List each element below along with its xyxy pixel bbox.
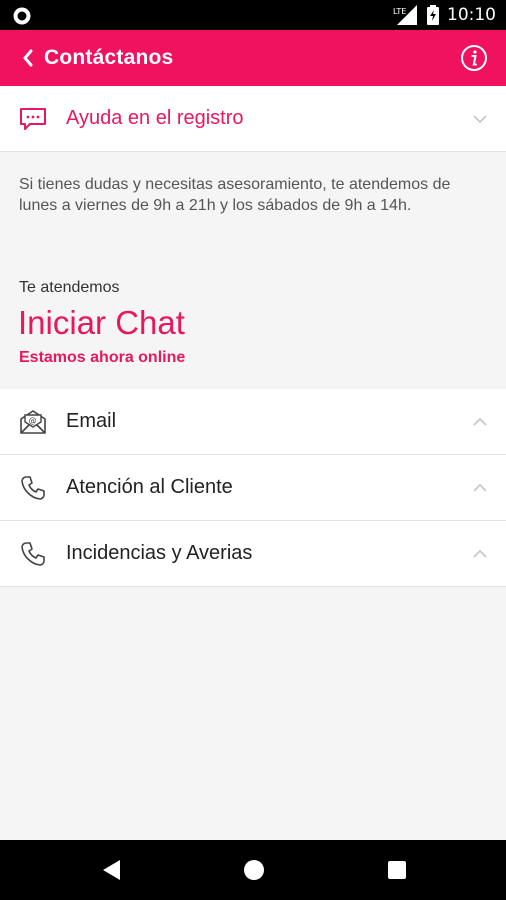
info-button[interactable]	[460, 44, 488, 72]
start-chat-link[interactable]: Iniciar Chat	[18, 304, 185, 342]
accordion-registro[interactable]: Ayuda en el registro	[0, 86, 506, 152]
svg-text:LTE: LTE	[393, 7, 406, 16]
back-nav-icon[interactable]	[100, 858, 124, 882]
accordion-registro-label: Ayuda en el registro	[66, 107, 244, 129]
system-nav-bar	[0, 840, 506, 900]
status-bar: LTE 10:10	[0, 0, 506, 30]
app-bar: Contáctanos	[0, 30, 506, 86]
accordion-email[interactable]: @ Email	[0, 389, 506, 455]
phone-icon	[18, 539, 48, 569]
accordion-incidencias[interactable]: Incidencias y Averias	[0, 521, 506, 587]
battery-icon	[427, 5, 439, 25]
accordion-email-label: Email	[66, 410, 117, 432]
notification-icon	[13, 7, 31, 25]
page-title: Contáctanos	[44, 46, 174, 69]
accordion-incidencias-label: Incidencias y Averias	[66, 542, 253, 564]
home-nav-icon[interactable]	[242, 858, 266, 882]
accordion-cliente[interactable]: Atención al Cliente	[0, 455, 506, 521]
attend-label: Te atendemos	[19, 279, 120, 296]
accordion-cliente-label: Atención al Cliente	[66, 476, 233, 498]
svg-text:@: @	[29, 416, 37, 425]
help-text: Si tienes dudas y necesitas asesoramient…	[19, 176, 451, 214]
chevron-left-icon	[23, 49, 33, 67]
chat-bubble-icon	[18, 104, 48, 134]
clock: 10:10	[447, 5, 496, 25]
phone-icon	[18, 473, 48, 503]
chevron-up-icon	[473, 483, 487, 492]
chevron-down-icon	[473, 114, 487, 123]
recents-nav-icon[interactable]	[385, 858, 409, 882]
signal-icon: LTE	[393, 5, 417, 25]
online-status: Estamos ahora online	[19, 349, 186, 366]
back-button[interactable]	[0, 30, 36, 86]
email-icon: @	[18, 407, 48, 437]
chevron-up-icon	[473, 417, 487, 426]
accordion-registro-content: Si tienes dudas y necesitas asesoramient…	[0, 152, 506, 388]
chevron-up-icon	[473, 549, 487, 558]
